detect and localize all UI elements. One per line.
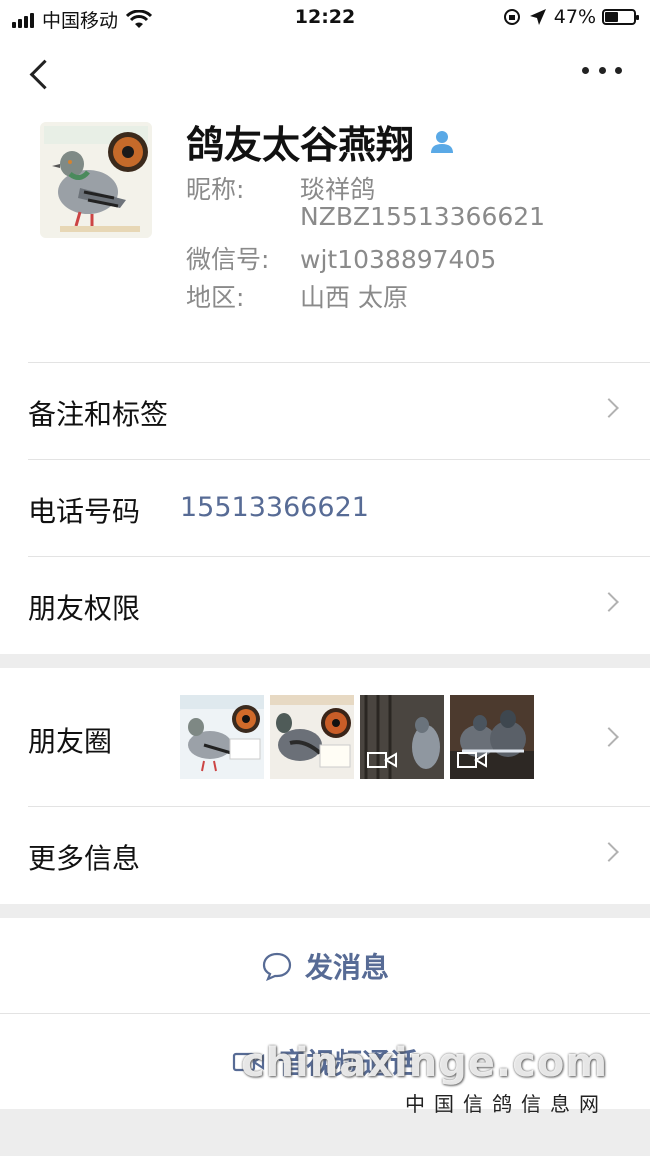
send-message-label: 发消息 (304, 950, 389, 984)
send-message-button[interactable]: 发消息 (0, 918, 650, 1013)
contact-details-group: 备注和标签 电话号码 15513366621 朋友权限 (0, 362, 650, 654)
watermark-sub: 中国信鸽信息网 (405, 1092, 608, 1116)
status-right: 47% (502, 6, 639, 28)
status-bar: 中国移动 12:22 47% (0, 0, 650, 38)
chevron-right-icon (599, 842, 619, 862)
watermark-main: chinaxinge.com (240, 1040, 608, 1086)
moments-video-thumbnail[interactable] (450, 695, 534, 779)
nickname-label: 昵称: (186, 175, 245, 204)
phone-number-value[interactable]: 15513366621 (180, 492, 369, 523)
chevron-right-icon (599, 398, 619, 418)
battery-icon (602, 9, 639, 25)
wechat-id-value[interactable]: wjt1038897405 (300, 245, 496, 274)
more-options-icon[interactable] (582, 60, 622, 80)
wechat-id-row: 微信号: wjt1038897405 (186, 240, 496, 276)
friend-permissions-label: 朋友权限 (28, 592, 141, 625)
chat-bubble-icon (262, 952, 292, 981)
phone-number-label: 电话号码 (28, 495, 141, 528)
moments-photo-thumbnail[interactable] (180, 695, 264, 779)
friend-permissions-row[interactable]: 朋友权限 (28, 556, 650, 653)
moments-photo-thumbnail[interactable] (270, 695, 354, 779)
chevron-right-icon (599, 592, 619, 612)
remarks-and-tags-label: 备注和标签 (28, 398, 169, 431)
nickname-value-line1: 琰祥鸽 (300, 175, 376, 204)
region-row: 地区: 山西 太原 (186, 278, 408, 314)
profile-name-text: 鸽友太谷燕翔 (186, 123, 415, 167)
moments-row[interactable]: 朋友圈 (28, 668, 650, 806)
back-button[interactable] (22, 54, 58, 94)
profile-name: 鸽友太谷燕翔 (186, 114, 456, 169)
profile-header: 鸽友太谷燕翔 昵称: 琰祥鸽 NZBZ15513366621 微信号: wjt103… (0, 108, 650, 363)
phone-number-row: 电话号码 15513366621 (28, 459, 650, 556)
location-icon (529, 9, 546, 25)
region-label: 地区: (186, 283, 245, 312)
moments-group: 朋友圈 更多信息 (0, 668, 650, 904)
watermark: chinaxinge.com 中国信鸽信息网 (241, 1040, 608, 1117)
nickname-row: 昵称: 琰祥鸽 (186, 170, 375, 206)
nickname-value-line2: NZBZ15513366621 (300, 202, 546, 231)
contact-person-icon (431, 130, 454, 153)
region-value: 山西 太原 (300, 283, 408, 312)
moments-thumbnails (180, 695, 540, 779)
moments-label: 朋友圈 (28, 725, 113, 758)
battery-percent: 47% (553, 6, 596, 28)
more-info-label: 更多信息 (28, 842, 141, 875)
more-info-row[interactable]: 更多信息 (28, 806, 650, 903)
moments-video-thumbnail[interactable] (360, 695, 444, 779)
top-nav (0, 38, 650, 108)
avatar[interactable] (40, 122, 152, 238)
chevron-right-icon (599, 727, 619, 747)
remarks-and-tags-row[interactable]: 备注和标签 (28, 362, 650, 459)
nickname-row-2: NZBZ15513366621 (300, 202, 545, 231)
wechat-id-label: 微信号: (186, 245, 270, 274)
rotation-lock-icon (503, 9, 520, 25)
